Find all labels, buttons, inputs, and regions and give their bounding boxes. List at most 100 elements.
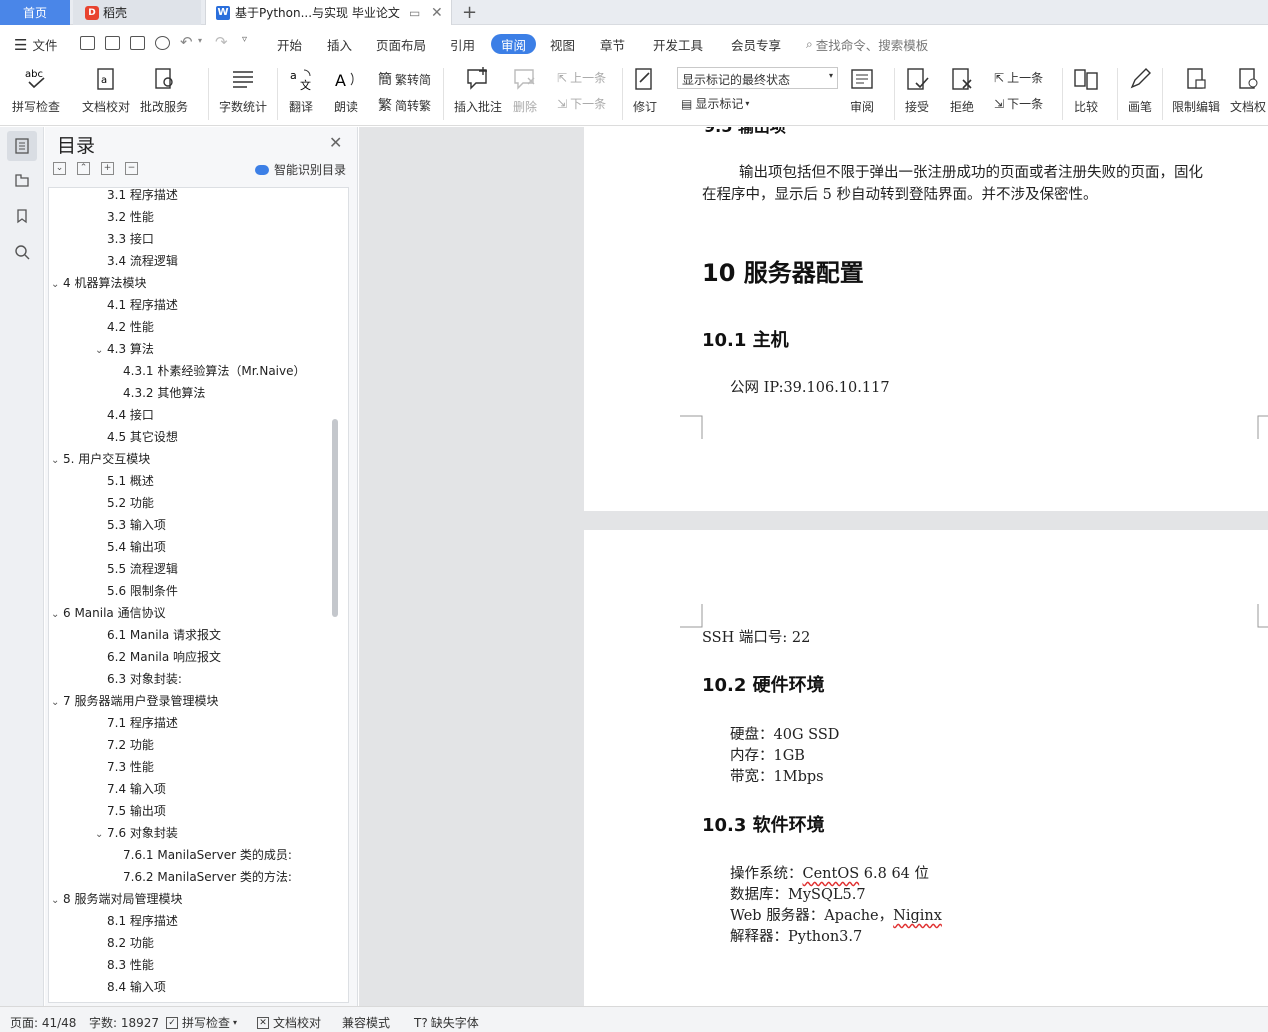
smart-toc-button[interactable]: 智能识别目录 — [255, 161, 346, 178]
review-pane-button[interactable]: 审阅 — [849, 66, 875, 115]
remove-heading-icon[interactable]: − — [125, 162, 138, 175]
toc-item[interactable]: 3.3 接口 — [107, 228, 154, 250]
menu-chapter[interactable]: 章节 — [600, 35, 625, 54]
word-count-button[interactable]: 字数统计 — [219, 66, 267, 115]
toc-item[interactable]: 4.3.1 朴素经验算法（Mr.Naive） — [123, 360, 306, 382]
expand-up-icon[interactable]: ⌃ — [77, 162, 90, 175]
document-canvas[interactable]: 9.5 输出项 输出项包括但不限于弹出一张注册成功的页面或者注册失败的页面，固化… — [359, 127, 1268, 1006]
page-indicator[interactable]: 页面: 41/48 — [10, 1014, 76, 1031]
more-icon[interactable]: ▿ — [242, 34, 247, 45]
prev-comment-button[interactable]: ⇱ 上一条 — [557, 69, 606, 86]
toc-item[interactable]: 6.2 Manila 响应报文 — [107, 646, 221, 668]
toc-item[interactable]: 4.2 性能 — [107, 316, 154, 338]
tab-daoke[interactable]: D 稻壳 — [73, 0, 201, 25]
toc-panel-icon[interactable] — [7, 131, 37, 161]
next-change-button[interactable]: ⇲ 下一条 — [994, 95, 1043, 112]
read-aloud-button[interactable]: A 朗读 — [333, 66, 359, 115]
pin-icon[interactable]: ▭ — [409, 6, 420, 20]
toc-item[interactable]: 5.2 功能 — [107, 492, 154, 514]
chevron-down-icon[interactable]: ⌄ — [51, 604, 63, 626]
add-heading-icon[interactable]: + — [101, 162, 114, 175]
toc-item[interactable]: 7.2 功能 — [107, 734, 154, 756]
bookmark-icon[interactable] — [7, 201, 37, 231]
doc-proof-button[interactable]: a 文档校对 — [82, 66, 130, 115]
toc-item[interactable]: 5.3 输入项 — [107, 514, 166, 536]
insert-comment-button[interactable]: 插入批注 — [454, 66, 502, 115]
translate-button[interactable]: a文 翻译 — [288, 66, 314, 115]
toc-item[interactable]: 4.5 其它设想 — [107, 426, 178, 448]
toc-item[interactable]: 7.6.1 ManilaServer 类的成员: — [123, 844, 292, 866]
pen-button[interactable]: 画笔 — [1127, 66, 1153, 115]
toc-item[interactable]: ⌄ 7 服务器端用户登录管理模块 — [51, 690, 218, 712]
simp-to-trad-button[interactable]: 繁 简转繁 — [378, 95, 431, 115]
menu-file[interactable]: ☰ 文件 — [14, 35, 57, 54]
toc-item[interactable]: ⌄ 7.6 对象封装 — [95, 822, 178, 844]
toc-item[interactable]: 4.4 接口 — [107, 404, 154, 426]
toc-item[interactable]: 5.5 流程逻辑 — [107, 558, 178, 580]
toc-item[interactable]: 5.4 输出项 — [107, 536, 166, 558]
redo-icon[interactable]: ↷ — [215, 33, 228, 51]
undo-icon[interactable]: ↶ — [180, 33, 193, 51]
search-icon[interactable] — [7, 237, 37, 267]
toc-item[interactable]: 3.1 程序描述 — [107, 188, 178, 206]
collapse-all-icon[interactable]: ⌄ — [53, 162, 66, 175]
menu-reference[interactable]: 引用 — [450, 35, 475, 54]
add-tab-button[interactable]: + — [462, 0, 477, 25]
compare-button[interactable]: 比较 — [1073, 66, 1099, 115]
document-page[interactable]: 9.5 输出项 输出项包括但不限于弹出一张注册成功的页面或者注册失败的页面，固化… — [584, 127, 1268, 511]
menu-layout[interactable]: 页面布局 — [376, 35, 426, 54]
toc-item[interactable]: 6.3 对象封装: — [107, 668, 182, 690]
toc-item[interactable]: 8.4 输入项 — [107, 976, 166, 998]
menu-developer[interactable]: 开发工具 — [653, 35, 703, 54]
spellcheck-button[interactable]: abc 拼写检查 — [12, 66, 60, 115]
missing-font[interactable]: T? 缺失字体 — [414, 1014, 479, 1031]
toc-item[interactable]: 8.1 程序描述 — [107, 910, 178, 932]
trad-to-simp-button[interactable]: 簡 繁转简 — [378, 69, 431, 89]
markup-state-select[interactable]: 显示标记的最终状态 ▾ — [677, 67, 838, 89]
preview-icon[interactable] — [155, 36, 170, 50]
toc-item[interactable]: 7.3 性能 — [107, 756, 154, 778]
doc-rights-button[interactable]: 文档权 — [1230, 66, 1266, 115]
revise-button[interactable]: 修订 — [632, 66, 658, 115]
toc-item[interactable]: 6.1 Manila 请求报文 — [107, 624, 221, 646]
batch-service-button[interactable]: 批改服务 — [140, 66, 188, 115]
toc-item[interactable]: 4.1 程序描述 — [107, 294, 178, 316]
menu-member[interactable]: 会员专享 — [731, 35, 781, 54]
toc-item[interactable]: 7.1 程序描述 — [107, 712, 178, 734]
chevron-down-icon[interactable]: ⌄ — [95, 340, 107, 362]
delete-comment-button[interactable]: 删除 — [512, 66, 538, 115]
reject-button[interactable]: 拒绝 — [949, 66, 975, 115]
word-count-indicator[interactable]: 字数: 18927 — [89, 1014, 159, 1031]
chevron-down-icon[interactable]: ⌄ — [51, 274, 63, 296]
close-tab-icon[interactable]: ✕ — [431, 5, 443, 21]
chevron-down-icon[interactable]: ⌄ — [95, 824, 107, 846]
undo-dropdown-icon[interactable]: ▾ — [198, 36, 202, 45]
chevron-down-icon[interactable]: ⌄ — [51, 692, 63, 714]
restrict-edit-button[interactable]: 限制编辑 — [1172, 66, 1220, 115]
menu-review[interactable]: 审阅 — [491, 34, 536, 54]
toc-item[interactable]: ⌄ 8 服务端对局管理模块 — [51, 888, 182, 910]
close-icon[interactable]: ✕ — [329, 133, 342, 152]
toc-item[interactable]: 5.6 限制条件 — [107, 580, 178, 602]
toc-item[interactable]: 5.1 概述 — [107, 470, 154, 492]
toc-item[interactable]: ⌄ 5. 用户交互模块 — [51, 448, 150, 470]
nav-pane-icon[interactable] — [7, 165, 37, 195]
toc-item[interactable]: ⌄ 4 机器算法模块 — [51, 272, 146, 294]
toc-item[interactable]: 7.5 输出项 — [107, 800, 166, 822]
toc-item[interactable]: 8.3 性能 — [107, 954, 154, 976]
toc-item[interactable]: 7.6.2 ManilaServer 类的方法: — [123, 866, 292, 888]
toc-item[interactable]: 4.3.2 其他算法 — [123, 382, 205, 404]
save-icon[interactable] — [80, 36, 95, 50]
toc-item[interactable]: 7.4 输入项 — [107, 778, 166, 800]
next-comment-button[interactable]: ⇲ 下一条 — [557, 95, 606, 112]
print-icon[interactable] — [130, 36, 145, 50]
chevron-down-icon[interactable]: ⌄ — [51, 890, 63, 912]
toc-item[interactable]: 3.4 流程逻辑 — [107, 250, 178, 272]
prev-change-button[interactable]: ⇱ 上一条 — [994, 69, 1043, 86]
menu-view[interactable]: 视图 — [550, 35, 575, 54]
toc-item[interactable]: ⌄ 6 Manila 通信协议 — [51, 602, 166, 624]
document-page[interactable]: SSH 端口号: 22 10.2 硬件环境 硬盘：40G SSD 内存：1GB … — [584, 530, 1268, 1006]
command-search[interactable]: ⌕ 查找命令、搜索模板 — [806, 35, 928, 54]
accept-button[interactable]: 接受 — [904, 66, 930, 115]
toc-item[interactable]: 8.2 功能 — [107, 932, 154, 954]
